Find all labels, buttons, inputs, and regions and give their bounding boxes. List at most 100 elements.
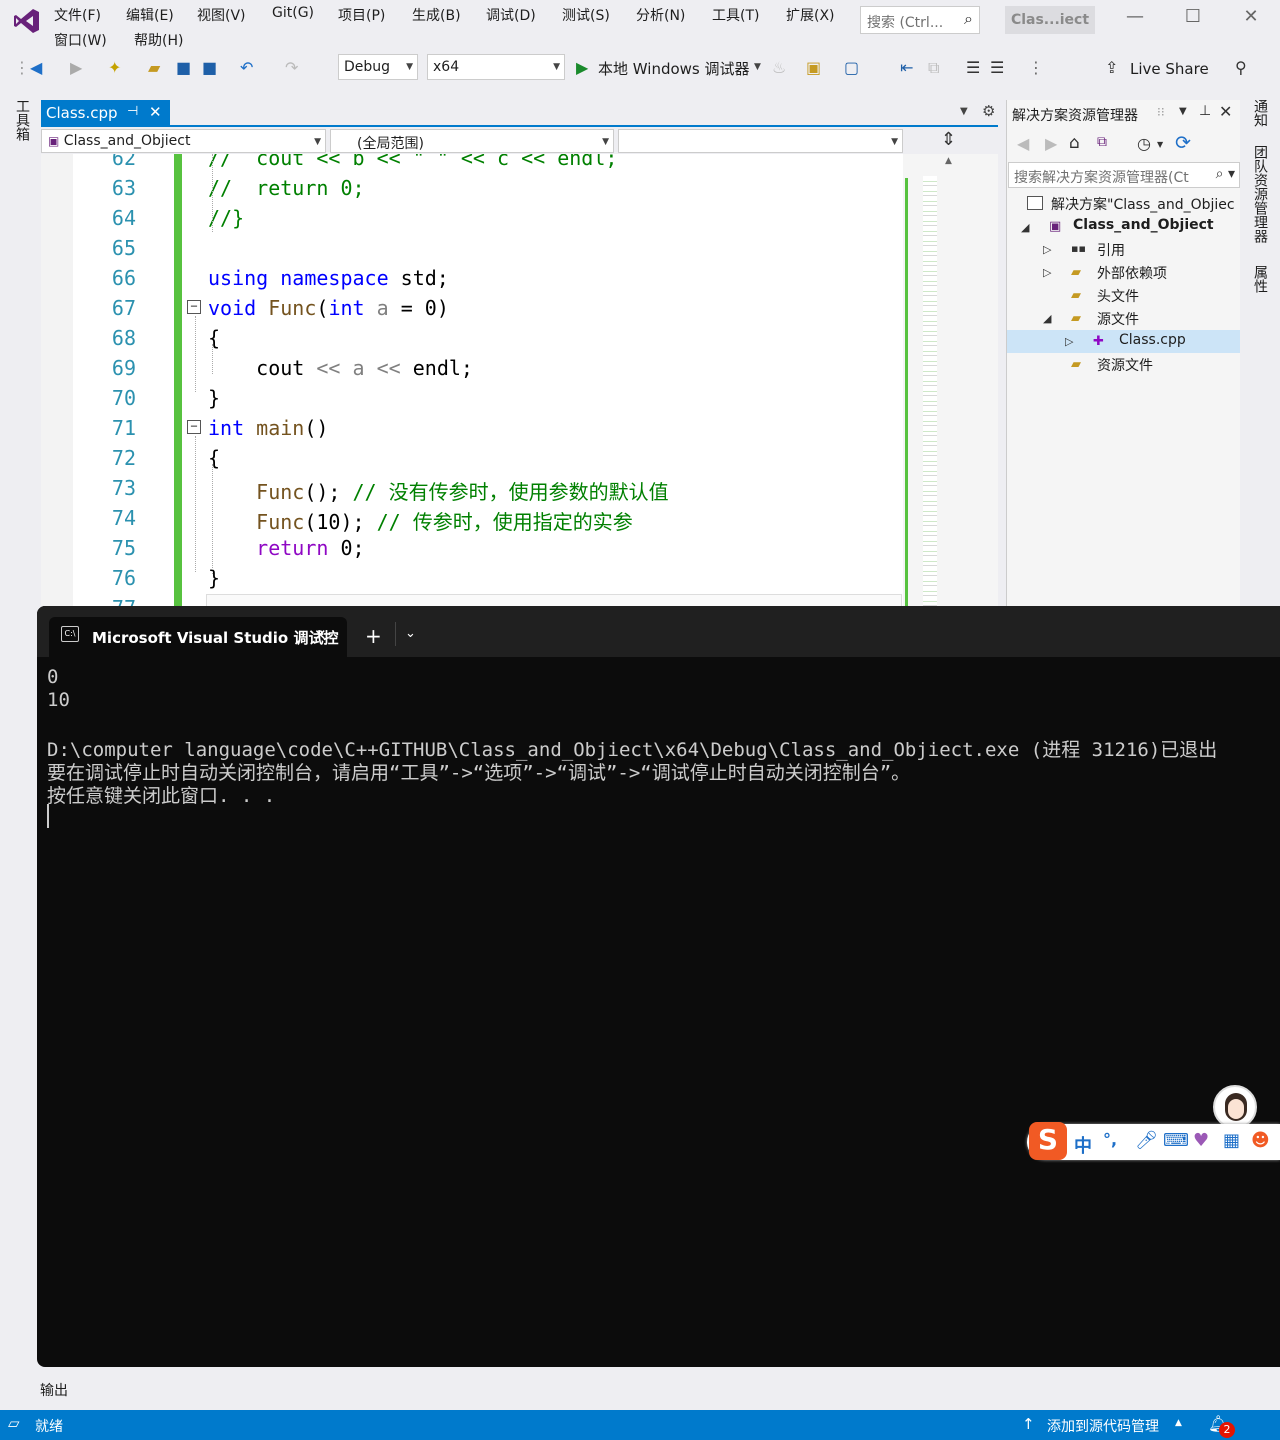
menu-view[interactable]: 视图(V) [197,5,246,25]
ime-language-toggle[interactable]: 中 [1074,1132,1092,1158]
start-debugging-button[interactable]: 本地 Windows 调试器 [598,58,750,79]
menu-file[interactable]: 文件(F) [54,5,101,25]
collapsed-triangle-icon[interactable]: ▷ [1043,266,1051,279]
code-line[interactable]: int main() [208,416,328,440]
toolbox-grid-icon[interactable]: ▦ [1223,1130,1240,1151]
tree-references[interactable]: 引用 [1097,240,1125,260]
toolbox-tab[interactable]: 工具箱 [12,99,32,141]
editor-scroll-map[interactable]: ▲ [903,154,998,610]
live-share-button[interactable]: Live Share [1130,60,1209,78]
open-file-icon[interactable]: ▰ [148,58,160,77]
code-line[interactable]: { [208,446,220,470]
navigate-back-icon[interactable]: ◀ [30,58,42,77]
save-icon[interactable]: ■ [176,58,191,77]
visual-studio-logo-icon[interactable] [12,6,42,36]
debug-console-window[interactable]: C:\ Microsoft Visual Studio 调试控 ✕ + ⌄ 0 … [37,606,1280,1367]
comment-icon[interactable]: ☰ [966,58,980,77]
ime-avatar[interactable] [1213,1085,1257,1129]
properties-tab[interactable]: 属性 [1250,265,1270,293]
code-line[interactable]: // cout << b << " " << c << endl; [208,154,617,170]
solution-name-badge[interactable]: Clas...iect [1005,6,1095,34]
code-line[interactable]: // return 0; [208,176,365,200]
menu-window[interactable]: 窗口(W) [54,30,107,50]
scroll-up-icon[interactable]: ▲ [945,156,952,166]
code-line[interactable]: Func(10); // 传参时，使用指定的实参 [208,506,633,535]
configuration-select[interactable]: Debug ▼ [338,54,418,80]
collapsed-triangle-icon[interactable]: ▷ [1065,335,1073,348]
solution-search-input[interactable]: 搜索解决方案资源管理器(Ct ⌕ ▾ [1008,162,1240,188]
menu-debug[interactable]: 调试(D) [486,5,536,25]
tree-class-cpp[interactable]: Class.cpp [1119,332,1186,348]
pin-icon[interactable]: ⊣ [127,104,138,119]
collapse-func-icon[interactable]: − [187,300,201,314]
output-panel-tab[interactable]: 输出 [40,1380,68,1400]
global-search-input[interactable]: 搜索 (Ctrl... ⌕ [860,6,980,34]
live-share-icon[interactable]: ⇪ [1105,58,1118,77]
save-all-icon[interactable]: ■ [202,58,217,77]
hot-reload-icon[interactable]: ♨ [772,58,786,77]
ime-punctuation-toggle[interactable]: °, [1103,1130,1117,1149]
code-line[interactable]: cout << a << endl; [208,356,473,380]
uncomment-icon[interactable]: ☰ [990,58,1004,77]
start-debugging-icon[interactable]: ▶ [576,58,588,77]
split-window-icon[interactable]: ⇕ [941,129,956,150]
close-panel-icon[interactable]: ✕ [1219,102,1232,121]
redo-icon[interactable]: ↷ [285,58,298,77]
menu-build[interactable]: 生成(B) [412,5,461,25]
step-icon[interactable]: ⇤ [900,58,913,77]
code-line[interactable]: //} [208,206,244,230]
undo-icon[interactable]: ↶ [240,58,253,77]
code-line[interactable]: void Func(int a = 0) [208,296,449,320]
member-select[interactable]: ▼ [618,129,903,153]
tree-project[interactable]: Class_and_Objiect [1073,217,1214,233]
breakpoint-icon[interactable]: ⧉ [928,58,939,78]
close-window-icon[interactable]: ✕ [1231,6,1271,36]
tree-solution[interactable]: 解决方案"Class_and_Objiec [1051,194,1235,214]
code-line[interactable]: { [208,326,220,350]
chevron-down-icon[interactable]: ⌄ [405,626,416,641]
menu-edit[interactable]: 编辑(E) [126,5,174,25]
menu-analyze[interactable]: 分析(N) [636,5,685,25]
menu-extensions[interactable]: 扩展(X) [786,5,835,25]
chevron-down-icon[interactable]: ▼ [754,62,761,72]
collapsed-triangle-icon[interactable]: ▷ [1043,243,1051,256]
tab-class-cpp[interactable]: Class.cpp ⊣ ✕ [41,100,170,126]
navigate-forward-icon[interactable]: ▶ [70,58,82,77]
home-icon[interactable]: ⌂ [1069,133,1080,153]
pending-changes-icon[interactable]: ◷ [1137,134,1151,153]
scope-select[interactable]: (全局范围) ▼ [330,129,614,153]
platform-select[interactable]: x64 ▼ [427,54,565,80]
menu-git[interactable]: Git(G) [272,5,314,21]
find-in-files-icon[interactable]: ▣ [806,58,821,77]
microphone-icon[interactable]: 🎤︎ [1135,1130,1158,1151]
menu-tools[interactable]: 工具(T) [712,5,759,25]
project-select[interactable]: ▣ Class_and_Objiect ▼ [41,129,326,153]
forward-icon[interactable]: ▶ [1045,134,1057,153]
sogou-logo-icon[interactable]: S [1029,1122,1067,1160]
minimize-icon[interactable]: — [1115,6,1155,36]
panel-menu-chevron-icon[interactable]: ▼ [1179,106,1187,117]
gear-icon[interactable]: ⚙ [982,102,995,120]
tab-list-chevron-icon[interactable]: ▼ [960,106,968,117]
feedback-icon[interactable]: ⚲ [1235,58,1247,77]
skin-icon[interactable]: ♥ [1193,1130,1209,1151]
collapse-main-icon[interactable]: − [187,420,201,434]
close-tab-icon[interactable]: ✕ [314,626,327,644]
new-tab-icon[interactable]: + [365,624,382,648]
keyboard-icon[interactable]: ⌨ [1163,1130,1189,1151]
close-tab-icon[interactable]: ✕ [149,103,162,121]
code-line[interactable]: } [208,566,220,590]
pin-panel-icon[interactable]: ⊥ [1199,103,1211,119]
code-line[interactable]: using namespace std; [208,266,449,290]
tree-header-files[interactable]: 头文件 [1097,286,1139,306]
chevron-down-icon[interactable]: ▼ [1157,140,1163,149]
code-minimap[interactable] [923,176,937,606]
menu-help[interactable]: 帮助(H) [134,30,183,50]
code-line[interactable]: Func(); // 没有传参时，使用参数的默认值 [208,476,668,505]
screenshot-icon[interactable]: ▢ [844,58,859,77]
new-project-icon[interactable]: ✦ [108,58,121,77]
back-icon[interactable]: ◀ [1017,134,1029,153]
code-line[interactable]: } [208,386,220,410]
team-explorer-tab[interactable]: 团队资源管理器 [1250,145,1270,243]
maximize-icon[interactable]: ☐ [1173,6,1213,36]
